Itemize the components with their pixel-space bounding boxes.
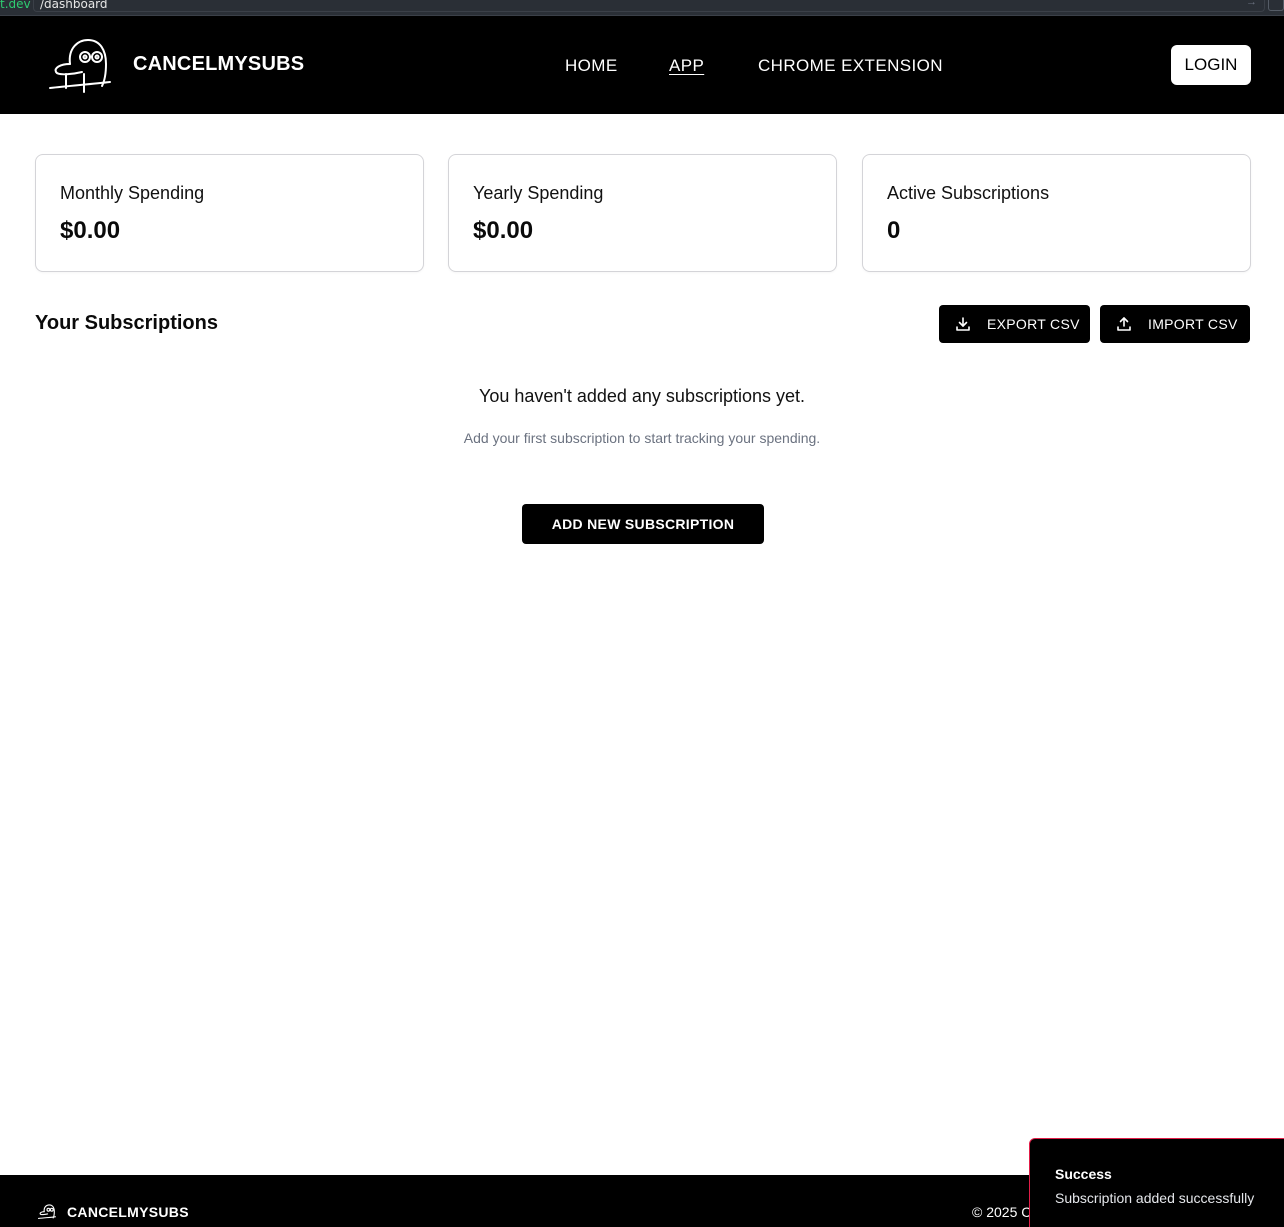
site-header: CANCELMYSUBS HOME APP CHROME EXTENSION L… xyxy=(0,16,1284,114)
monthly-spending-card: Monthly Spending $0.00 xyxy=(35,154,424,272)
empty-state-title: You haven't added any subscriptions yet. xyxy=(479,386,805,406)
active-subscriptions-card: Active Subscriptions 0 xyxy=(862,154,1251,272)
stat-label: Yearly Spending xyxy=(473,183,604,203)
nav-app-link[interactable]: APP xyxy=(669,56,704,76)
yearly-spending-card: Yearly Spending $0.00 xyxy=(448,154,837,272)
stat-value: $0.00 xyxy=(60,217,121,244)
browser-url-bar[interactable]: t.dev /dashboard → xyxy=(0,0,1284,16)
url-domain: t.dev xyxy=(0,0,31,11)
import-csv-button[interactable]: IMPORT CSV xyxy=(1100,305,1250,343)
browser-extension-icon[interactable] xyxy=(1268,0,1284,11)
stat-value: 0 xyxy=(887,217,901,244)
stat-label: Monthly Spending xyxy=(60,183,205,203)
section-title: Your Subscriptions xyxy=(35,312,218,334)
nav-chrome-extension-link[interactable]: CHROME EXTENSION xyxy=(758,56,943,76)
import-csv-label: IMPORT CSV xyxy=(1148,316,1238,332)
url-field[interactable] xyxy=(33,0,1265,12)
doodle-face-icon xyxy=(38,1204,56,1220)
brand-name[interactable]: CANCELMYSUBS xyxy=(133,53,304,76)
footer-brand[interactable]: CANCELMYSUBS xyxy=(67,1204,189,1220)
add-new-subscription-button[interactable]: ADD NEW SUBSCRIPTION xyxy=(522,504,764,544)
stat-value: $0.00 xyxy=(473,217,534,244)
footer-copyright: © 2025 C xyxy=(972,1204,1032,1220)
export-csv-label: EXPORT CSV xyxy=(987,316,1080,332)
download-icon xyxy=(956,317,970,331)
login-button[interactable]: LOGIN xyxy=(1171,45,1251,85)
toast-title: Success xyxy=(1055,1166,1112,1182)
toast-message: Subscription added successfully xyxy=(1055,1190,1255,1206)
go-arrow-icon[interactable]: → xyxy=(1246,0,1257,8)
url-path[interactable]: /dashboard xyxy=(40,0,108,11)
upload-icon xyxy=(1117,317,1131,331)
doodle-face-icon[interactable] xyxy=(48,36,112,94)
stat-label: Active Subscriptions xyxy=(887,183,1050,203)
export-csv-button[interactable]: EXPORT CSV xyxy=(939,305,1090,343)
empty-state-subtitle: Add your first subscription to start tra… xyxy=(463,430,821,446)
success-toast[interactable]: Success Subscription added successfully xyxy=(1029,1138,1284,1227)
nav-home-link[interactable]: HOME xyxy=(565,56,618,76)
